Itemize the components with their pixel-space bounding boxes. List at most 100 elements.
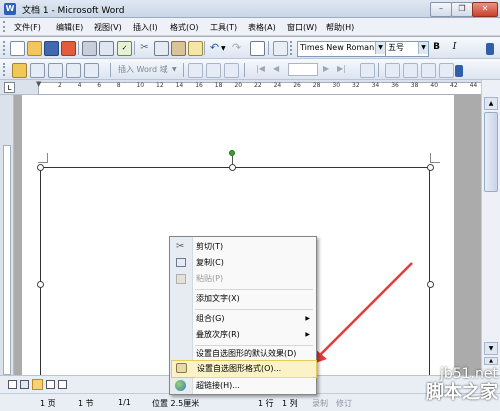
print-icon[interactable] — [82, 41, 97, 56]
cut-icon[interactable]: ✂ — [138, 41, 151, 54]
menu-format[interactable]: 格式(O) — [170, 22, 199, 33]
watermark-line2: 脚本之家 — [426, 382, 498, 403]
ruler-number: 10 — [136, 82, 145, 89]
last-record-icon[interactable]: ▶| — [337, 64, 346, 73]
web-view-icon[interactable] — [20, 380, 29, 389]
scroll-up-button[interactable]: ▲ — [484, 97, 498, 110]
chevron-down-icon[interactable]: ▼ — [418, 42, 428, 54]
new-document-icon[interactable] — [10, 41, 25, 56]
undo-dropdown-icon[interactable]: ▼ — [221, 45, 226, 52]
status-record[interactable]: 录制 — [312, 398, 328, 409]
merge-printer-icon[interactable] — [403, 63, 418, 78]
add-record-icon[interactable] — [48, 63, 63, 78]
menu-grip — [3, 21, 6, 32]
paste-icon — [176, 274, 186, 284]
print-layout-view-icon[interactable] — [32, 379, 43, 390]
menu-table[interactable]: 表格(A) — [248, 22, 276, 33]
merge-new-doc-icon[interactable] — [385, 63, 400, 78]
previous-record-icon[interactable]: ◀ — [273, 64, 279, 73]
scroll-down-button[interactable]: ▼ — [484, 342, 498, 355]
toolbar-grip — [3, 63, 6, 76]
menu-item-add-text[interactable]: 添加文字(X) — [171, 291, 315, 307]
scroll-thumb[interactable] — [484, 112, 498, 192]
first-record-icon[interactable]: |◀ — [256, 64, 265, 73]
tab-selector[interactable]: L — [4, 82, 15, 93]
ruler-number: 36 — [391, 82, 399, 89]
ruler-number: 28 — [312, 82, 321, 89]
insert-word-field-button[interactable]: 插入 Word 域 — [118, 64, 168, 75]
status-line: 1 行 — [258, 399, 274, 408]
normal-view-icon[interactable] — [8, 380, 17, 389]
save-icon[interactable] — [44, 41, 59, 56]
view-merged-icon[interactable] — [206, 63, 221, 78]
sort-icon[interactable] — [84, 63, 99, 78]
vertical-ruler-track — [3, 145, 11, 375]
menu-file[interactable]: 文件(F) — [14, 22, 41, 33]
menu-item-group[interactable]: 组合(G) ▶ — [171, 311, 315, 327]
menu-item-order[interactable]: 叠放次序(R) ▶ — [171, 327, 315, 343]
table-icon[interactable] — [250, 41, 265, 56]
chevron-down-icon[interactable]: ▼ — [172, 66, 177, 73]
italic-button[interactable]: I — [448, 41, 461, 54]
menu-item-hyperlink[interactable]: 超链接(H)... — [171, 378, 315, 394]
menu-insert[interactable]: 插入(I) — [133, 22, 158, 33]
merge-email-icon[interactable] — [421, 63, 436, 78]
toolbar-options-icon[interactable] — [486, 43, 494, 55]
menu-view[interactable]: 视图(V) — [94, 22, 122, 33]
toolbar-separator — [110, 63, 111, 77]
find-entry-icon[interactable] — [360, 63, 375, 78]
toolbar-options-icon[interactable] — [455, 65, 463, 77]
data-form-icon[interactable] — [12, 63, 27, 78]
menu-item-label: 剪切(T) — [196, 242, 224, 251]
permission-icon[interactable] — [61, 41, 76, 56]
spelling-icon[interactable]: ✓ — [117, 41, 132, 56]
merge-field-icon[interactable] — [188, 63, 203, 78]
font-size-combo[interactable]: 五号 ▼ — [385, 41, 429, 57]
window-title: 文档 1 - Microsoft Word — [22, 6, 125, 16]
restore-button[interactable]: ❐ — [451, 2, 473, 17]
menu-help[interactable]: 帮助(H) — [326, 22, 354, 33]
menu-item-format-autoshape[interactable]: 设置自选图形格式(O)... — [171, 360, 317, 378]
manage-fields-icon[interactable] — [30, 63, 45, 78]
toolbar-grip — [290, 41, 293, 55]
outline-view-icon[interactable] — [46, 380, 55, 389]
menu-item-label: 设置自选图形格式(O)... — [197, 364, 282, 373]
font-name-combo[interactable]: Times New Roman ▼ — [297, 41, 386, 57]
scissors-icon: ✂ — [176, 241, 185, 252]
status-column: 1 列 — [282, 399, 298, 408]
watermark-line1: jb51.net — [439, 366, 498, 382]
ruler-number: 24 — [273, 82, 282, 89]
chevron-down-icon[interactable]: ▼ — [375, 42, 385, 54]
previous-page-button[interactable]: ▲ — [484, 357, 498, 365]
merge-fax-icon[interactable] — [439, 63, 454, 78]
toolbar-separator — [78, 41, 79, 55]
menu-item-cut[interactable]: ✂ 剪切(T) — [171, 239, 315, 255]
copy-icon[interactable] — [154, 41, 169, 56]
go-to-record-input[interactable] — [288, 63, 318, 76]
minimize-button[interactable]: – — [430, 2, 452, 17]
ruler-number: 2 — [58, 82, 62, 89]
horizontal-ruler[interactable]: L ▼ 2 4 6 8 10 12 14 16 18 20 22 24 26 28 30 32 34 36 38 40… — [0, 80, 500, 95]
redo-icon[interactable]: ↷ — [230, 41, 243, 54]
status-track-changes[interactable]: 修订 — [336, 398, 352, 409]
reading-view-icon[interactable] — [58, 380, 67, 389]
vertical-scrollbar[interactable]: ▲ ▼ ▲ — [481, 80, 500, 375]
format-painter-icon[interactable] — [188, 41, 203, 56]
indent-marker-icon[interactable]: ▼ — [36, 80, 41, 88]
undo-icon[interactable]: ↶ — [208, 41, 221, 54]
open-folder-icon[interactable] — [27, 41, 42, 56]
styles-icon[interactable] — [273, 41, 288, 56]
toolbar-separator — [204, 41, 205, 55]
delete-record-icon[interactable] — [66, 63, 81, 78]
menu-window[interactable]: 窗口(W) — [287, 22, 317, 33]
bold-button[interactable]: B — [430, 41, 443, 54]
menu-edit[interactable]: 编辑(E) — [56, 22, 83, 33]
menu-item-copy[interactable]: 复制(C) — [171, 255, 315, 271]
menu-tools[interactable]: 工具(T) — [210, 22, 237, 33]
vertical-ruler[interactable] — [0, 95, 14, 375]
highlight-fields-icon[interactable] — [224, 63, 239, 78]
close-button[interactable]: ✕ — [472, 2, 498, 17]
next-record-icon[interactable]: ▶ — [323, 64, 329, 73]
print-preview-icon[interactable] — [99, 41, 114, 56]
paste-icon[interactable] — [171, 41, 186, 56]
